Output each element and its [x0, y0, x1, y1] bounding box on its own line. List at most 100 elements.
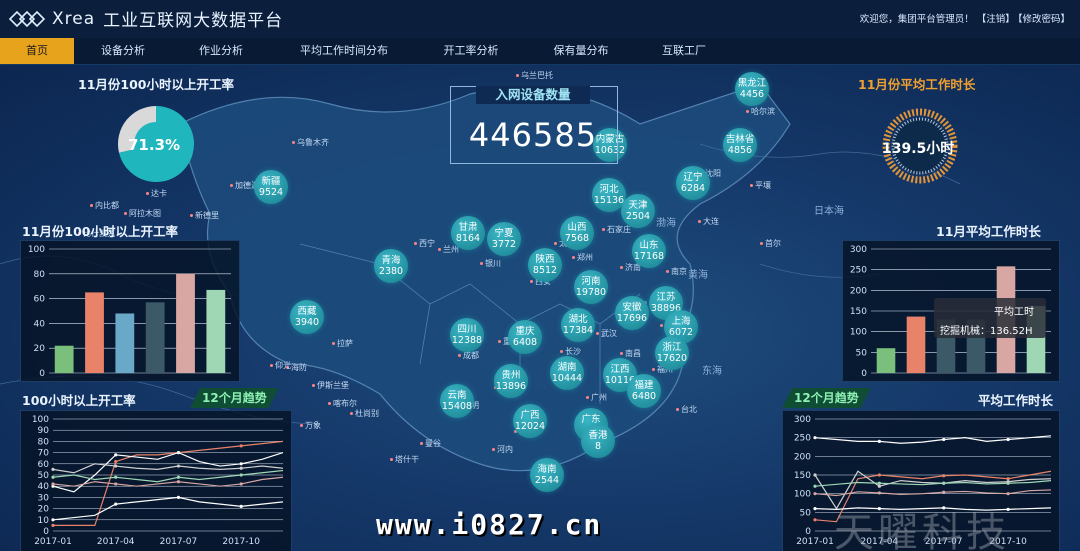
- series-point: [1006, 437, 1010, 442]
- province-bubble[interactable]: 湖南 10444: [550, 356, 584, 390]
- logout-link[interactable]: 【注销】: [977, 14, 1015, 25]
- province-bubble[interactable]: 甘肃 8164: [451, 216, 485, 250]
- change-password-link[interactable]: 【修改密码】: [1018, 14, 1070, 25]
- y-tick-label: 100: [850, 328, 867, 338]
- app-title: 工业互联网大数据平台: [103, 11, 284, 31]
- province-name: 香港: [588, 430, 608, 441]
- province-bubble[interactable]: 河南 19780: [574, 270, 608, 304]
- nav-item-utilization-analysis[interactable]: 开工率分析: [426, 38, 516, 64]
- left-bar-chart-panel: 0 20 40 60 80 100: [20, 240, 240, 382]
- nav-item-ownership-distribution[interactable]: 保有量分布: [536, 38, 626, 64]
- series-point: [813, 436, 817, 440]
- sea-label: 东海: [702, 366, 722, 377]
- x-tick-label: 2017-01: [796, 537, 834, 547]
- province-value: 2544: [534, 475, 560, 486]
- province-name: 天津: [628, 200, 648, 211]
- province-bubble[interactable]: 安徽 17696: [615, 296, 649, 330]
- province-value: 6284: [680, 183, 706, 194]
- left-line-chart-panel: 0 10 20 30 40 50 60 70 80 90 100 2017-01 2017-04 2017…: [20, 410, 292, 551]
- province-bubble[interactable]: 四川 12388: [450, 318, 484, 352]
- nav-item-connected-factory[interactable]: 互联工厂: [646, 38, 722, 64]
- city-label: 郑州: [572, 252, 593, 263]
- province-bubble[interactable]: 陕西 8512: [528, 248, 562, 282]
- city-label: 银川: [480, 258, 501, 269]
- nav-item-job-analysis[interactable]: 作业分析: [180, 38, 262, 64]
- province-bubble[interactable]: 云南 15408: [440, 384, 474, 418]
- province-name: 江苏: [656, 292, 676, 303]
- series-point: [813, 473, 817, 477]
- province-name: 吉林省: [725, 134, 755, 145]
- y-tick-label: 200: [850, 286, 867, 296]
- province-bubble[interactable]: 广西 12024: [513, 404, 547, 438]
- province-value: 3940: [294, 317, 320, 328]
- nav-item-device-analysis[interactable]: 设备分析: [82, 38, 164, 64]
- province-bubble[interactable]: 浙江 17620: [655, 336, 689, 370]
- province-bubble[interactable]: 辽宁 6284: [676, 166, 710, 200]
- series-point: [239, 462, 243, 466]
- province-bubble[interactable]: 海南 2544: [530, 458, 564, 492]
- app-name: Xrea: [52, 8, 96, 29]
- left-line-chart[interactable]: 01020 3040506070 8090100 2017-01 2017-04 2017…: [21, 411, 291, 551]
- province-name: 云南: [447, 390, 467, 401]
- province-bubble[interactable]: 宁夏 3772: [487, 222, 521, 256]
- province-bubble[interactable]: 山东 17168: [632, 234, 666, 268]
- logo-icon: [8, 10, 46, 27]
- bar: [115, 313, 135, 373]
- province-name: 贵州: [501, 370, 521, 381]
- province-bubble[interactable]: 贵州 13896: [494, 364, 528, 398]
- series-point: [114, 475, 118, 479]
- series-point: [877, 481, 881, 485]
- series-line: [814, 435, 1052, 444]
- y-tick-label: 30: [38, 493, 50, 503]
- province-value: 17168: [633, 251, 665, 262]
- province-bubble[interactable]: 天津 2504: [621, 194, 655, 228]
- gauge-value-label: 139.5小时: [882, 141, 955, 157]
- province-value: 17620: [656, 353, 688, 364]
- gauge-panel-title: 11月份平均工作时长: [858, 77, 976, 92]
- series-line: [52, 476, 284, 487]
- province-value: 6480: [631, 391, 657, 402]
- city-label: 万象: [300, 420, 321, 431]
- city-label: 仰光: [270, 360, 291, 371]
- province-value: 12024: [514, 421, 546, 432]
- left-bar-title: 11月份100小时以上开工率: [22, 224, 178, 239]
- y-tick-label: 0: [861, 369, 867, 379]
- province-bubble[interactable]: 福建 6480: [627, 374, 661, 408]
- province-name: 河北: [599, 184, 619, 195]
- province-bubble[interactable]: 黑龙江 4456: [735, 72, 769, 106]
- province-bubble[interactable]: 重庆 6408: [508, 320, 542, 354]
- y-tick-label: 50: [38, 471, 50, 481]
- series-point: [813, 484, 817, 488]
- sea-label: 日本海: [814, 206, 844, 217]
- province-bubble[interactable]: 西藏 3940: [290, 300, 324, 334]
- city-label: 大连: [698, 216, 719, 227]
- province-name: 上海: [671, 316, 691, 327]
- nav-item-home[interactable]: 首页: [0, 38, 74, 64]
- province-bubble[interactable]: 新疆 9524: [254, 170, 288, 204]
- device-count-value: 446585: [468, 116, 598, 154]
- series-point: [813, 507, 817, 511]
- province-bubble[interactable]: 山西 7568: [560, 216, 594, 250]
- y-tick-label: 100: [32, 415, 49, 425]
- right-line-title: 平均工作时长: [978, 393, 1054, 408]
- pie-panel-title: 11月份100小时以上开工率: [78, 77, 234, 92]
- city-label: 首尔: [760, 238, 781, 249]
- left-bar-chart[interactable]: 0 20 40 60 80 100: [21, 241, 239, 381]
- series-point: [176, 464, 181, 468]
- nav-item-worktime-distribution[interactable]: 平均工作时间分布: [284, 38, 404, 64]
- series-point: [114, 453, 118, 457]
- province-value: 19780: [575, 287, 607, 298]
- series-point: [51, 475, 55, 479]
- province-bubble[interactable]: 湖北 17384: [561, 308, 595, 342]
- device-count-label: 入网设备数量: [476, 86, 590, 104]
- sea-label: 黄海: [688, 270, 708, 281]
- province-bubble[interactable]: 青海 2380: [374, 249, 408, 283]
- province-name: 江西: [610, 364, 630, 375]
- series-line: [52, 451, 284, 493]
- province-value: 15408: [441, 401, 473, 412]
- province-bubble[interactable]: 香港 8: [581, 424, 615, 458]
- province-name: 海南: [537, 464, 557, 475]
- series-point: [114, 502, 118, 506]
- province-bubble[interactable]: 吉林省 4856: [723, 128, 757, 162]
- province-value: 9524: [258, 187, 284, 198]
